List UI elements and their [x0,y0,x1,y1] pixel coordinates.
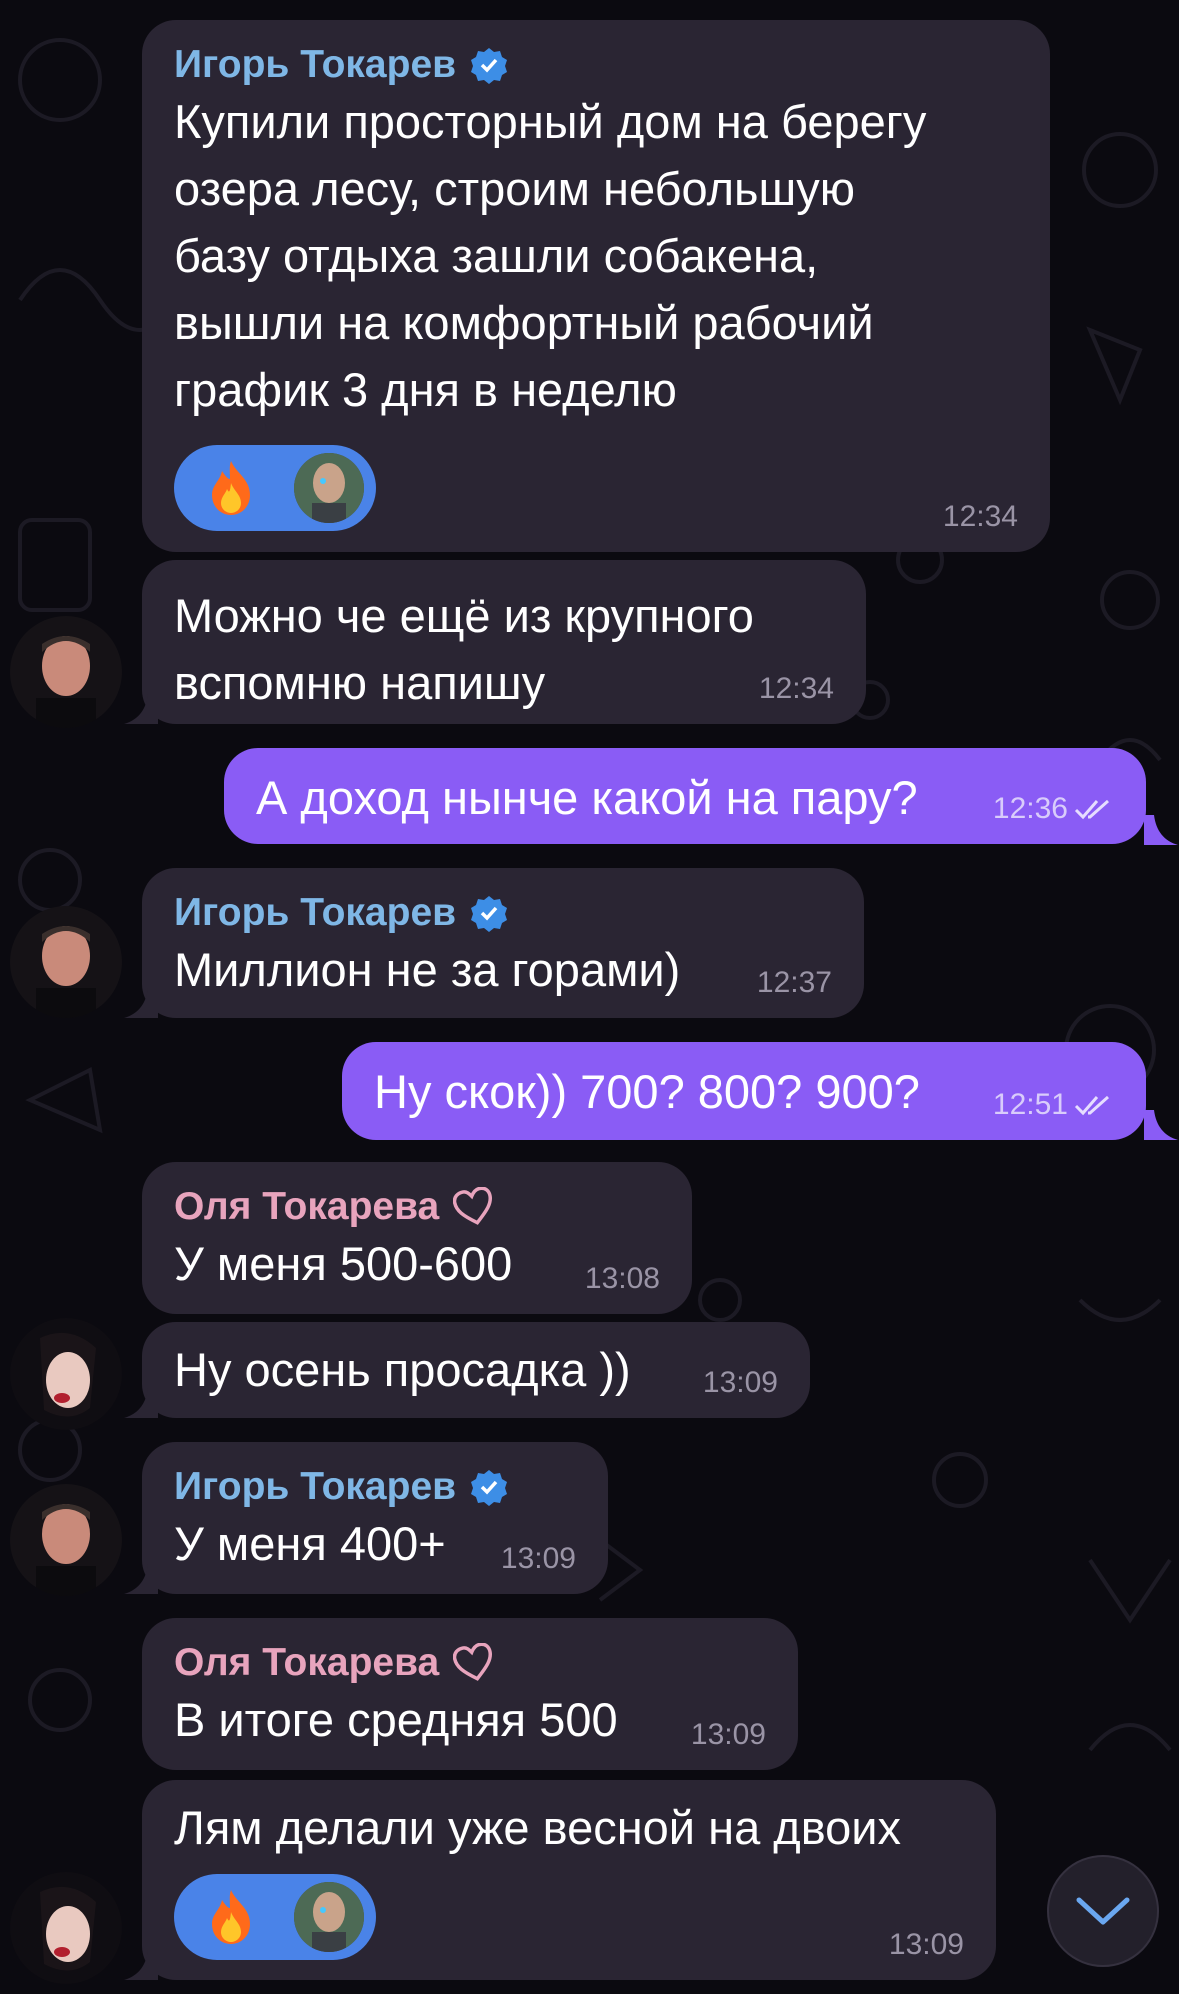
avatar-igor[interactable] [10,1484,122,1596]
sender-name[interactable]: Игорь Токарев [174,890,832,936]
fire-emoji-icon [212,1890,250,1944]
sender-name[interactable]: Игорь Токарев [174,42,1018,88]
message-text: Можно че ещё из крупного вспомню напишу [174,589,754,709]
fire-emoji-icon [212,461,250,515]
avatar-olya[interactable] [10,1872,122,1984]
message-text: Купили просторный дом на берегу озера ле… [174,95,927,416]
verified-badge-icon [471,48,508,84]
message-bubble[interactable]: Ну осень просадка )) 13:09 [142,1322,810,1418]
avatar-olya[interactable] [10,1318,122,1430]
message-time: 12:34 [942,500,1018,533]
sender-name[interactable]: Оля Токарева [174,1640,766,1686]
message-time: 13:08 [584,1262,660,1295]
message-time: 12:51 [993,1088,1114,1122]
message-bubble[interactable]: А доход нынче какой на пару? 12:36 [224,748,1146,844]
message-time: 13:09 [690,1718,766,1751]
message-time: 12:36 [993,792,1114,826]
scroll-to-bottom-button[interactable] [1047,1855,1159,1967]
message-bubble[interactable]: Оля Токарева У меня 500-600 13:08 [142,1162,692,1314]
bubble-tail [1144,815,1178,845]
message-bubble[interactable]: Игорь Токарев У меня 400+ 13:09 [142,1442,608,1594]
reaction-pill[interactable] [174,445,376,531]
message-bubble[interactable]: Можно че ещё из крупного вспомню напишу … [142,560,866,724]
reaction-avatar [294,453,364,523]
message-text: Ну осень просадка )) [174,1343,631,1396]
reaction-avatar [294,1882,364,1952]
verified-badge-icon [471,1470,508,1506]
message-text: Лям делали уже весной на двоих [174,1801,902,1854]
message-time: 12:34 [758,672,834,705]
bubble-tail [124,1564,158,1594]
message-bubble[interactable]: Игорь Токарев Купили просторный дом на б… [142,20,1050,552]
chevron-down-icon [1076,1897,1130,1925]
message-text: Миллион не за горами) [174,943,681,996]
heart-outline-icon [453,1643,493,1681]
heart-outline-icon [453,1187,493,1225]
message-text: А доход нынче какой на пару? [256,771,918,824]
avatar-igor[interactable] [10,906,122,1018]
message-time: 12:37 [756,966,832,999]
sender-name[interactable]: Игорь Токарев [174,1464,576,1510]
bubble-tail [124,1388,158,1418]
message-text: В итоге средняя 500 [174,1693,618,1746]
message-time: 13:09 [888,1928,964,1961]
sender-name[interactable]: Оля Токарева [174,1184,660,1230]
message-time: 13:09 [500,1542,576,1575]
chat-history: Игорь Токарев Купили просторный дом на б… [0,0,1179,1994]
double-check-icon [1074,799,1109,820]
bubble-tail [124,694,158,724]
bubble-tail [124,1950,158,1980]
bubble-tail [124,988,158,1018]
message-time: 13:09 [702,1366,778,1399]
message-bubble[interactable]: Игорь Токарев Миллион не за горами) 12:3… [142,868,864,1018]
reaction-pill[interactable] [174,1874,376,1960]
double-check-icon [1074,1095,1109,1116]
message-bubble[interactable]: Лям делали уже весной на двоих 13:09 [142,1780,996,1980]
avatar-igor[interactable] [10,616,122,728]
bubble-tail [1144,1110,1178,1140]
message-bubble[interactable]: Оля Токарева В итоге средняя 500 13:09 [142,1618,798,1770]
message-bubble[interactable]: Ну скок)) 700? 800? 900? 12:51 [342,1042,1146,1140]
verified-badge-icon [471,896,508,932]
